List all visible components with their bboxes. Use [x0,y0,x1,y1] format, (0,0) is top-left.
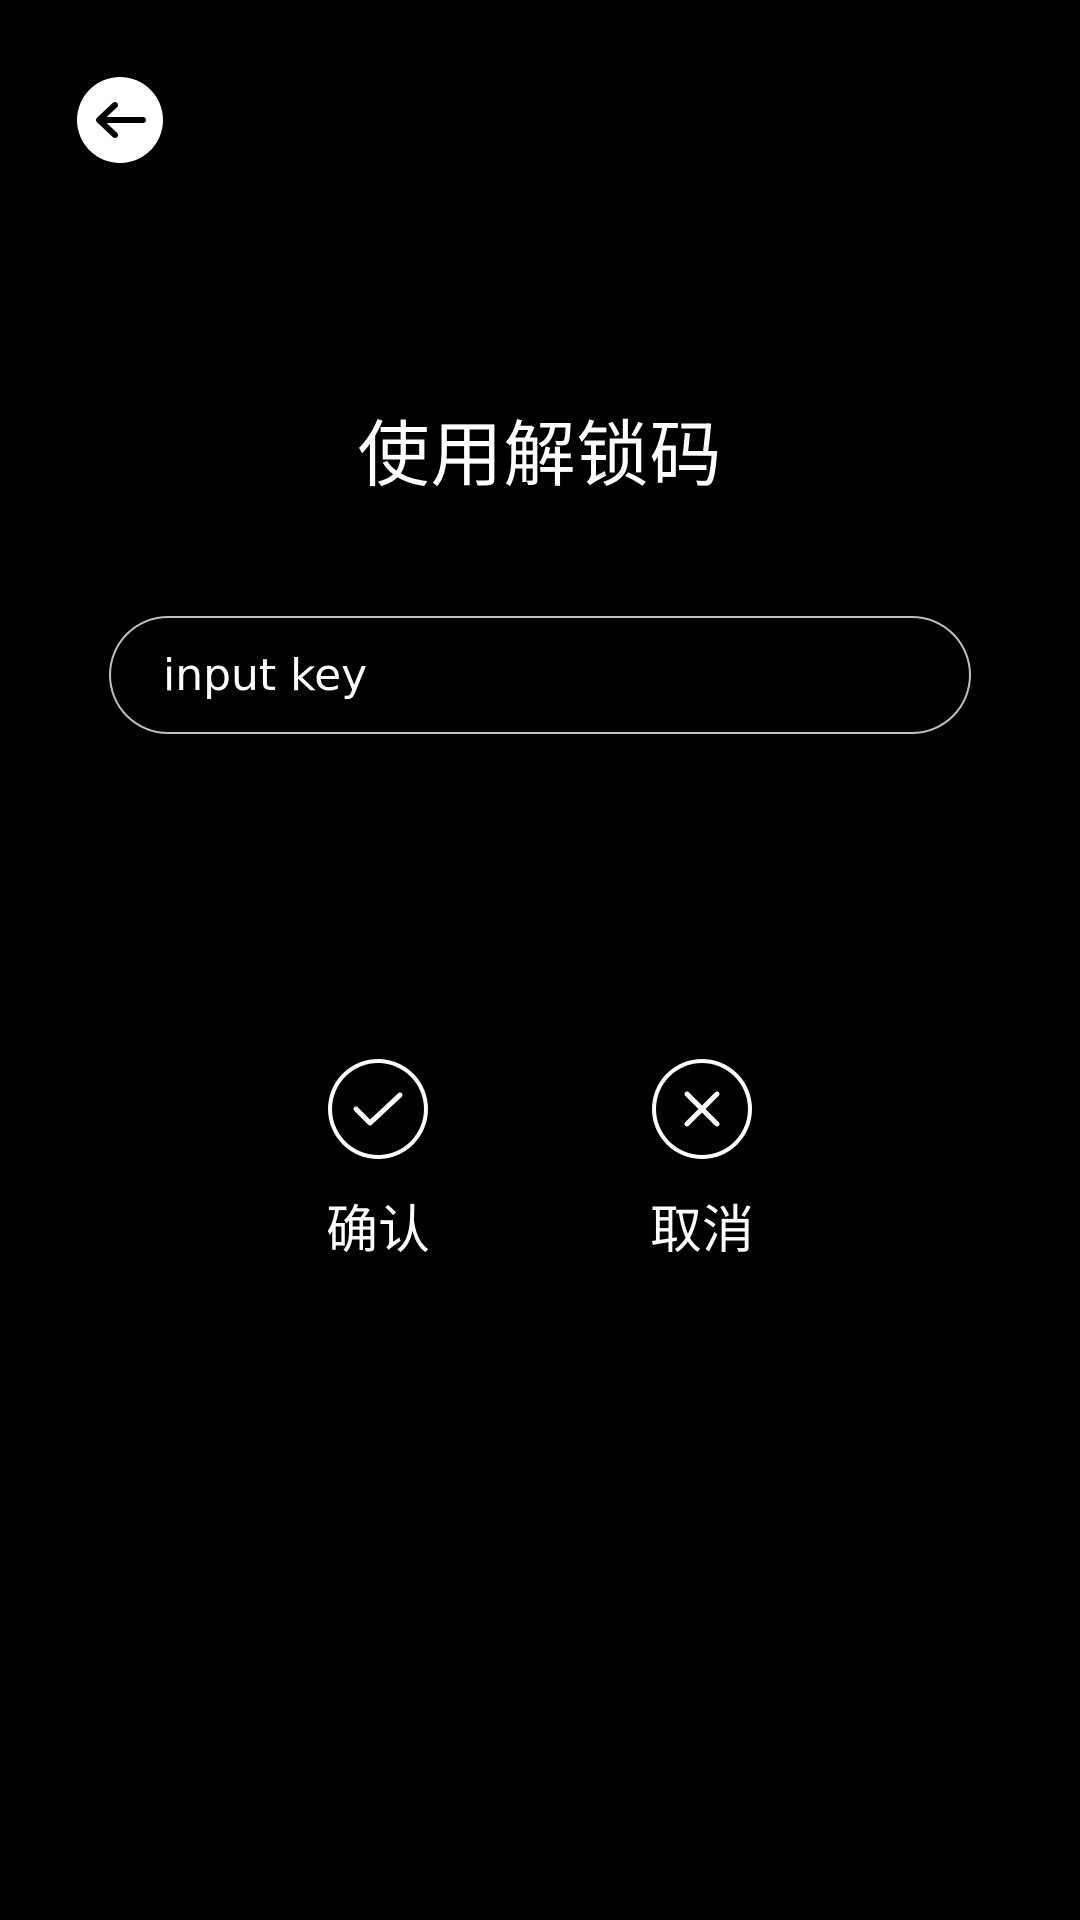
close-icon [684,1091,720,1127]
cancel-button[interactable]: 取消 [602,1059,802,1263]
confirm-circle[interactable] [328,1059,428,1159]
confirm-label: 确认 [325,1201,430,1261]
cancel-label: 取消 [649,1201,754,1261]
key-input-container [109,616,971,734]
confirm-button[interactable]: 确认 [278,1059,478,1263]
key-input[interactable] [111,618,969,732]
cancel-circle[interactable] [652,1059,752,1159]
page-title: 使用解锁码 [357,413,723,497]
check-icon [353,1092,403,1126]
back-button[interactable] [77,77,163,163]
arrow-left-icon [96,102,146,138]
